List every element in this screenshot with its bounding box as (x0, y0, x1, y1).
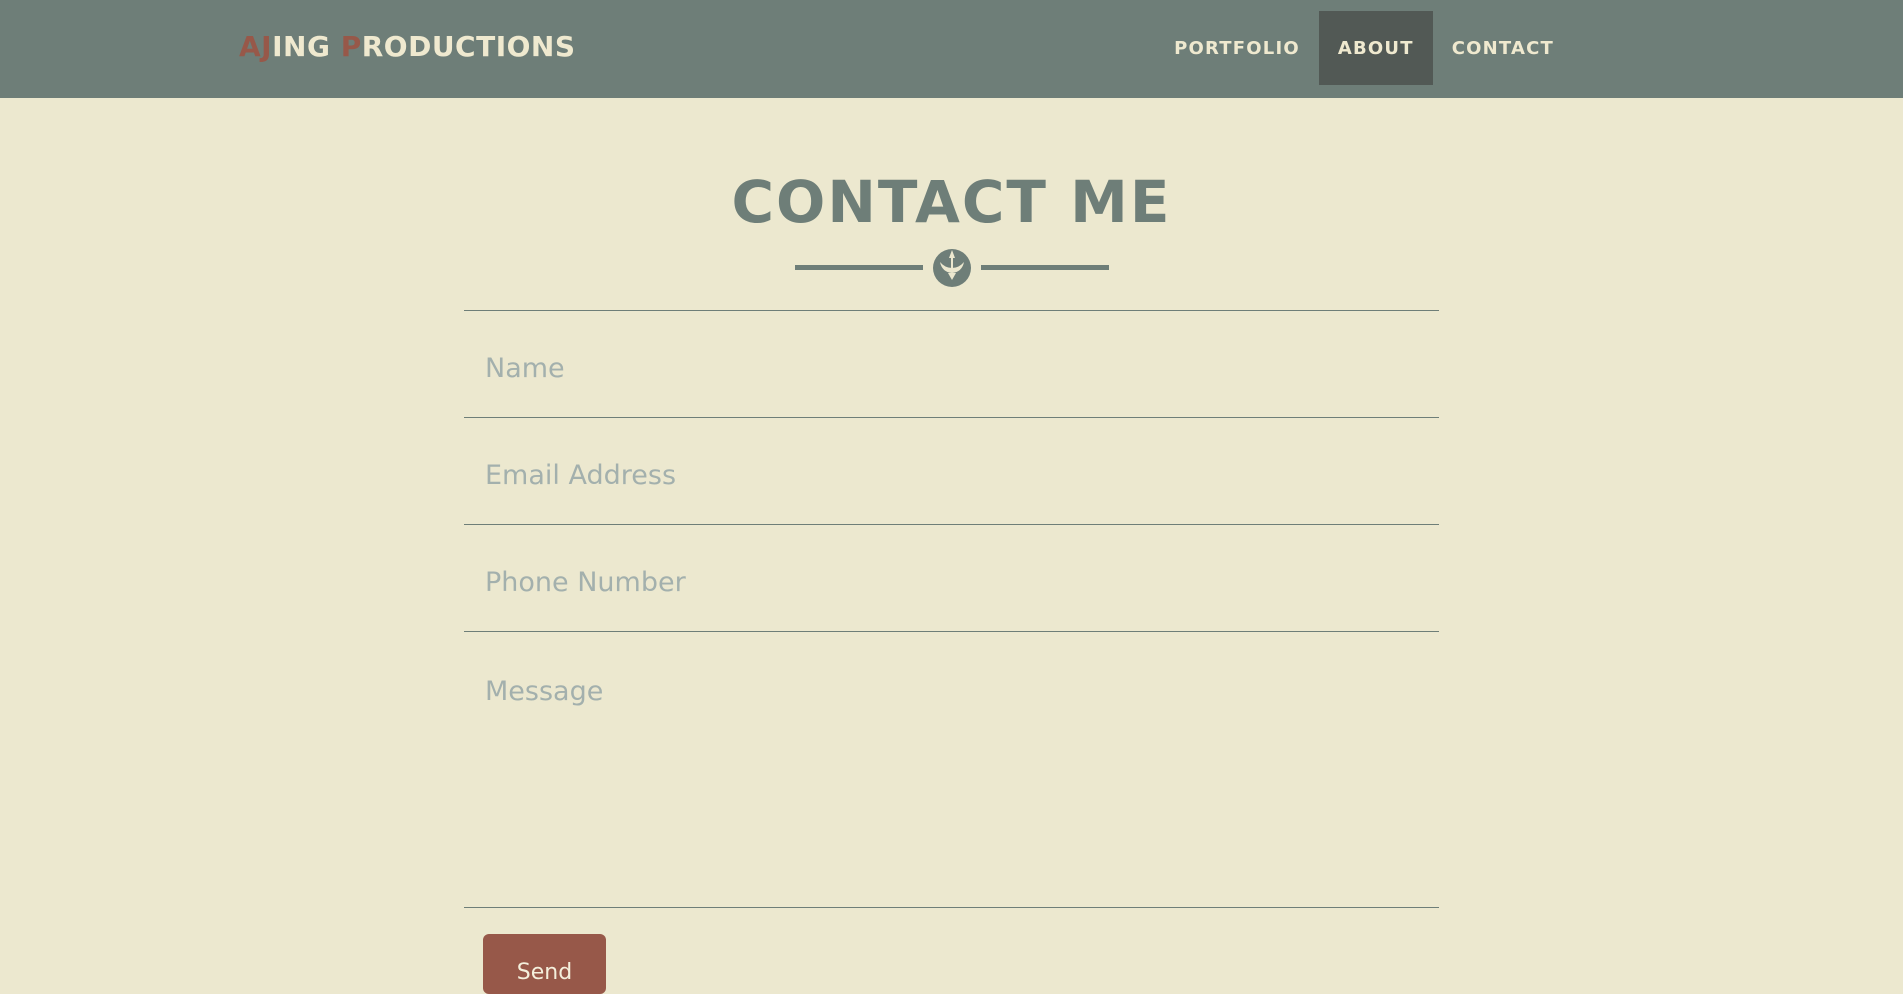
nav-item-portfolio[interactable]: PORTFOLIO (1155, 11, 1319, 85)
send-button[interactable]: Send (483, 934, 606, 994)
main-nav: PORTFOLIO ABOUT CONTACT (1155, 11, 1573, 85)
message-field-row (464, 631, 1439, 908)
name-field[interactable] (483, 349, 1420, 387)
rebel-alliance-icon (933, 249, 971, 287)
navbar: AJING PRODUCTIONS PORTFOLIO ABOUT CONTAC… (0, 0, 1903, 98)
name-field-row (464, 310, 1439, 417)
email-field[interactable] (483, 456, 1420, 494)
brand-logo[interactable]: AJING PRODUCTIONS (239, 30, 576, 63)
divider-line-right (981, 265, 1109, 270)
message-field[interactable] (483, 674, 1420, 878)
phone-field[interactable] (483, 563, 1420, 601)
phone-field-row (464, 524, 1439, 631)
title-divider (795, 246, 1109, 288)
brand-part-p: P (340, 30, 362, 63)
nav-item-contact[interactable]: CONTACT (1433, 11, 1573, 85)
divider-line-left (795, 265, 923, 270)
brand-part-ing: ING (272, 30, 341, 63)
brand-part-aj: AJ (239, 30, 273, 63)
contact-form (464, 310, 1439, 908)
nav-item-about[interactable]: ABOUT (1318, 11, 1433, 85)
email-field-row (464, 417, 1439, 524)
brand-part-roductions: RODUCTIONS (361, 30, 576, 63)
page-title: CONTACT ME (731, 168, 1172, 236)
